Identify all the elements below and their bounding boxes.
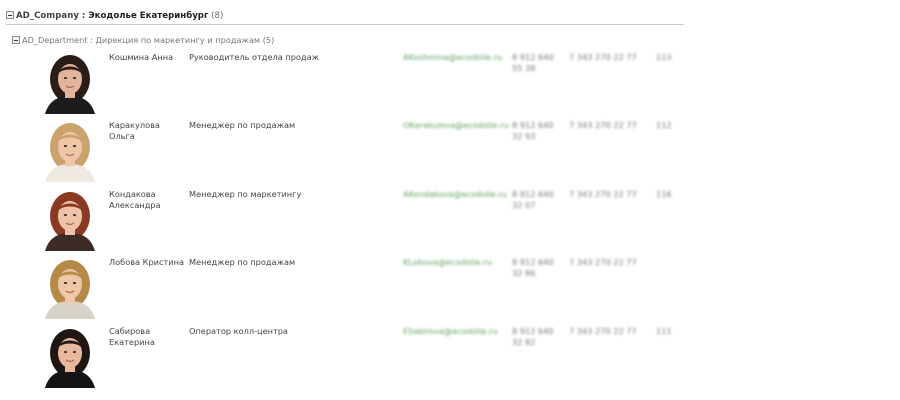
employee-position: Менеджер по продажам [189,120,296,131]
employee-name: Сабирова Екатерина [109,325,155,347]
employee-work-phone: 7 343 270 22 77 [569,188,637,199]
employee-work-phone: 7 343 270 22 77 [569,257,637,268]
employee-name: Лобова Кристина [109,257,184,268]
group-count: (8) [211,11,224,21]
employee-photo [41,257,99,320]
employee-email-link[interactable]: AKondakova@ecodolie.ru [403,189,507,200]
employee-extension: 113 [656,52,672,62]
employee-email-link[interactable]: OKarakulova@ecodolie.ru [403,120,509,131]
employee-mobile-phone: 8 912 640 32 07 [512,188,554,210]
employee-email-link[interactable]: KLobova@ecodolie.ru [403,257,492,268]
employee-row: Кондакова Александра Менеджер по маркетин… [0,187,900,255]
employee-row: Кошмина Анна Руководитель отдела продаж AK… [0,50,900,118]
employee-name: Кондакова Александра [109,188,161,210]
employee-photo [41,120,99,183]
employee-name: Каракулова Ольга [109,120,160,142]
group-header-company: AD_Company : Экодолье Екатеринбург (8) [6,9,684,25]
collapse-toggle-icon[interactable] [6,11,14,19]
employee-mobile-phone: 8 912 640 32 93 [512,120,554,142]
subgroup-header-department: AD_Department : Дирекция по маркетингу и… [12,34,274,46]
employee-row: Каракулова Ольга Менеджер по продажам OKar… [0,118,900,186]
employee-photo [41,188,99,251]
employee-row: Сабирова Екатерина Оператор колл-центра ES… [0,324,900,392]
employee-photo [41,52,99,114]
employee-position: Оператор колл-центра [189,325,288,336]
employee-photo [41,325,99,388]
employee-email-link[interactable]: AKoshmina@ecodolie.ru [403,52,502,63]
employee-work-phone: 7 343 270 22 77 [569,120,637,131]
employee-position: Менеджер по маркетингу [189,188,302,199]
group-separator: : [78,11,89,21]
subgroup-label: AD_Department : Дирекция по маркетингу и… [22,35,275,45]
employee-mobile-phone: 8 912 640 55 38 [512,52,554,73]
employee-extension: 111 [656,325,672,336]
employee-name: Кошмина Анна [109,52,174,62]
employee-position: Руководитель отдела продаж [189,52,319,62]
employee-list: Кошмина Анна Руководитель отдела продаж AK… [0,50,900,392]
employee-mobile-phone: 8 912 640 32 86 [512,257,554,279]
employee-work-phone: 7 343 270 22 77 [569,325,637,336]
employee-work-phone: 7 343 270 22 77 [569,52,637,62]
employee-email-link[interactable]: ESabirova@ecodolie.ru [403,326,498,337]
employee-position: Менеджер по продажам [189,257,296,268]
employee-row: Лобова Кристина Менеджер по продажам KLobo… [0,255,900,323]
employee-extension: 116 [656,188,672,199]
group-value: Экодолье Екатеринбург [88,11,209,21]
employee-mobile-phone: 8 912 640 32 82 [512,325,554,347]
directory-page: AD_Company : Экодолье Екатеринбург (8) A… [0,0,900,400]
employee-extension: 112 [656,120,672,131]
group-field-label: AD_Company [16,11,79,21]
collapse-toggle-icon[interactable] [12,36,20,44]
